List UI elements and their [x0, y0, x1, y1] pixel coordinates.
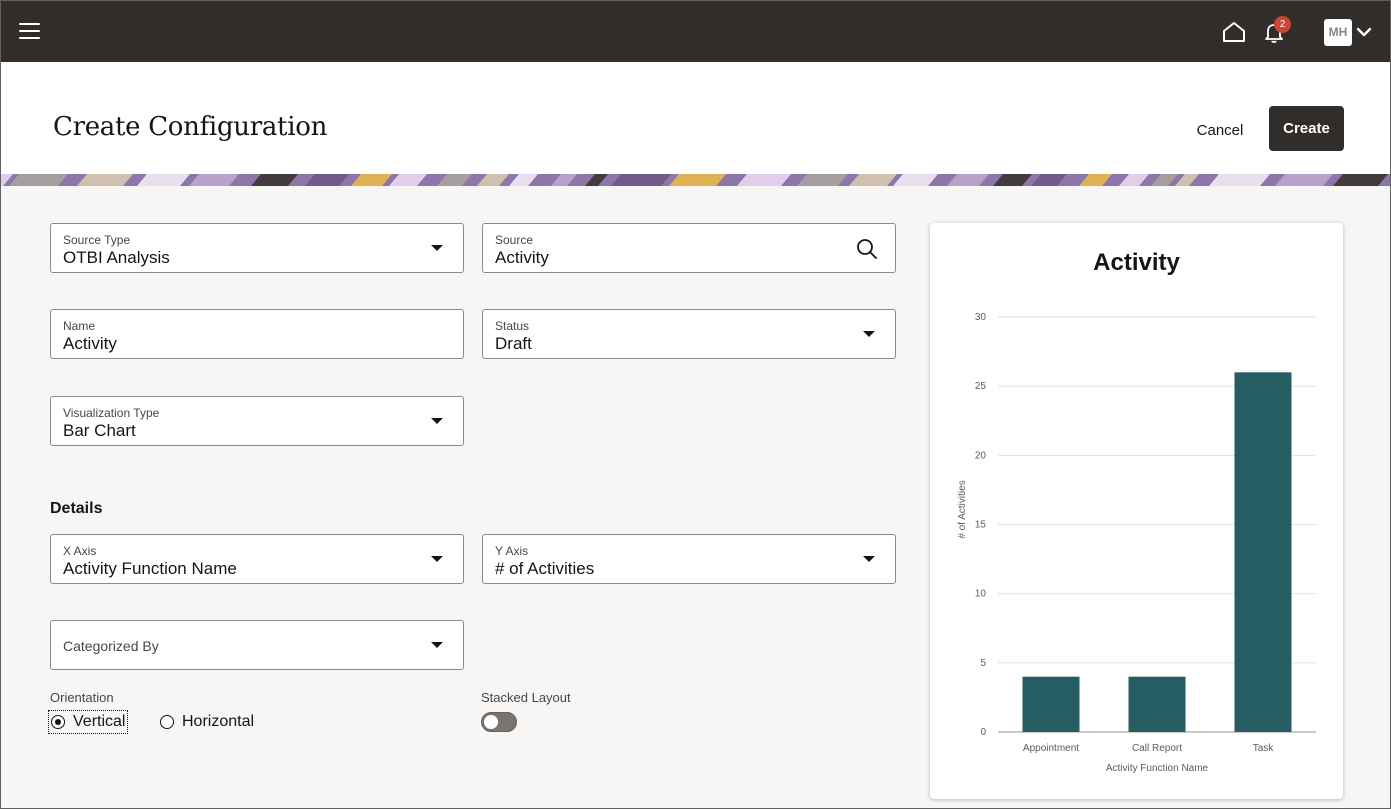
name-field[interactable]: Name Activity [50, 309, 464, 359]
source-search-field[interactable]: Source Activity [482, 223, 896, 273]
caret-down-icon [431, 556, 443, 562]
radio-unselected-icon [160, 715, 174, 729]
radio-selected-icon [51, 715, 65, 729]
banner-stripe [1209, 174, 1270, 186]
source-type-label: Source Type [63, 233, 131, 247]
caret-down-icon [431, 642, 443, 648]
categorized-by-select[interactable]: Categorized By [50, 620, 464, 670]
y-tick-label: 15 [975, 520, 987, 531]
top-bar: 2 MH [1, 1, 1390, 62]
orientation-vertical-label: Vertical [73, 713, 126, 730]
x-axis-select[interactable]: X Axis Activity Function Name [50, 534, 464, 584]
bar-chart: 0 5 10 15 20 25 30 Appointment Call Report Task Ac… [957, 312, 1316, 774]
y-tick-label: 20 [975, 450, 987, 461]
status-select[interactable]: Status Draft [482, 309, 896, 359]
x-axis-title: Activity Function Name [1106, 763, 1209, 774]
x-tick-label: Task [1253, 743, 1275, 754]
visualization-type-select[interactable]: Visualization Type Bar Chart [50, 396, 464, 446]
details-section-title: Details [50, 500, 103, 517]
y-tick-label: 10 [975, 589, 987, 600]
bar [1128, 676, 1186, 732]
status-value: Draft [495, 334, 532, 353]
toggle-knob [484, 715, 498, 729]
y-axis-title: # of Activities [957, 480, 968, 538]
home-icon[interactable] [1222, 21, 1246, 43]
orientation-vertical-radio[interactable]: Vertical [47, 710, 129, 734]
bar [1022, 676, 1080, 732]
orientation-horizontal-radio[interactable]: Horizontal [160, 713, 254, 731]
y-axis-label: Y Axis [495, 544, 529, 558]
app-window: 2 MH Create Configuration Cancel Create … [0, 0, 1391, 809]
source-type-value: OTBI Analysis [63, 248, 170, 267]
decorative-banner [1, 174, 1390, 186]
stacked-layout-label: Stacked Layout [481, 690, 571, 705]
banner-stripe [611, 174, 671, 186]
orientation-horizontal-label: Horizontal [182, 713, 255, 730]
y-axis-value: # of Activities [495, 559, 595, 578]
avatar[interactable]: MH [1324, 19, 1352, 46]
visualization-type-label: Visualization Type [63, 406, 160, 420]
hamburger-menu-icon[interactable] [19, 23, 40, 39]
y-tick-label: 30 [975, 312, 987, 323]
notification-count-badge: 2 [1274, 16, 1291, 33]
source-label: Source [495, 233, 534, 247]
source-type-select[interactable]: Source Type OTBI Analysis [50, 223, 464, 273]
stacked-layout-toggle[interactable] [481, 712, 517, 732]
y-tick-label: 0 [980, 727, 986, 738]
y-axis-select[interactable]: Y Axis # of Activities [482, 534, 896, 584]
x-tick-label: Appointment [1023, 743, 1079, 754]
caret-down-icon [431, 245, 443, 251]
orientation-label: Orientation [50, 690, 114, 705]
source-value: Activity [495, 248, 549, 267]
name-label: Name [63, 319, 96, 333]
banner-stripe [669, 174, 726, 186]
cancel-button[interactable]: Cancel [1187, 119, 1253, 141]
search-icon[interactable] [856, 238, 878, 260]
page-title: Create Configuration [53, 112, 328, 142]
caret-down-icon [431, 418, 443, 424]
x-axis-label: X Axis [63, 544, 97, 558]
chevron-down-icon[interactable] [1356, 26, 1372, 38]
name-value: Activity [63, 334, 117, 353]
x-tick-label: Call Report [1132, 743, 1182, 754]
status-label: Status [495, 319, 530, 333]
bar [1234, 372, 1292, 732]
banner-stripe [1275, 174, 1333, 186]
x-axis-value: Activity Function Name [63, 559, 237, 578]
y-tick-label: 25 [975, 381, 987, 392]
y-tick-label: 5 [980, 658, 986, 669]
banner-stripe [9, 174, 68, 186]
visualization-type-value: Bar Chart [63, 421, 136, 440]
create-button[interactable]: Create [1269, 106, 1344, 151]
caret-down-icon [863, 331, 875, 337]
caret-down-icon [863, 556, 875, 562]
categorized-by-label: Categorized By [63, 638, 159, 654]
page-header: Create Configuration Cancel Create [1, 62, 1390, 174]
chart-preview-card: Activity 0 5 10 15 20 25 30 Appointment Call Rep… [930, 223, 1343, 799]
